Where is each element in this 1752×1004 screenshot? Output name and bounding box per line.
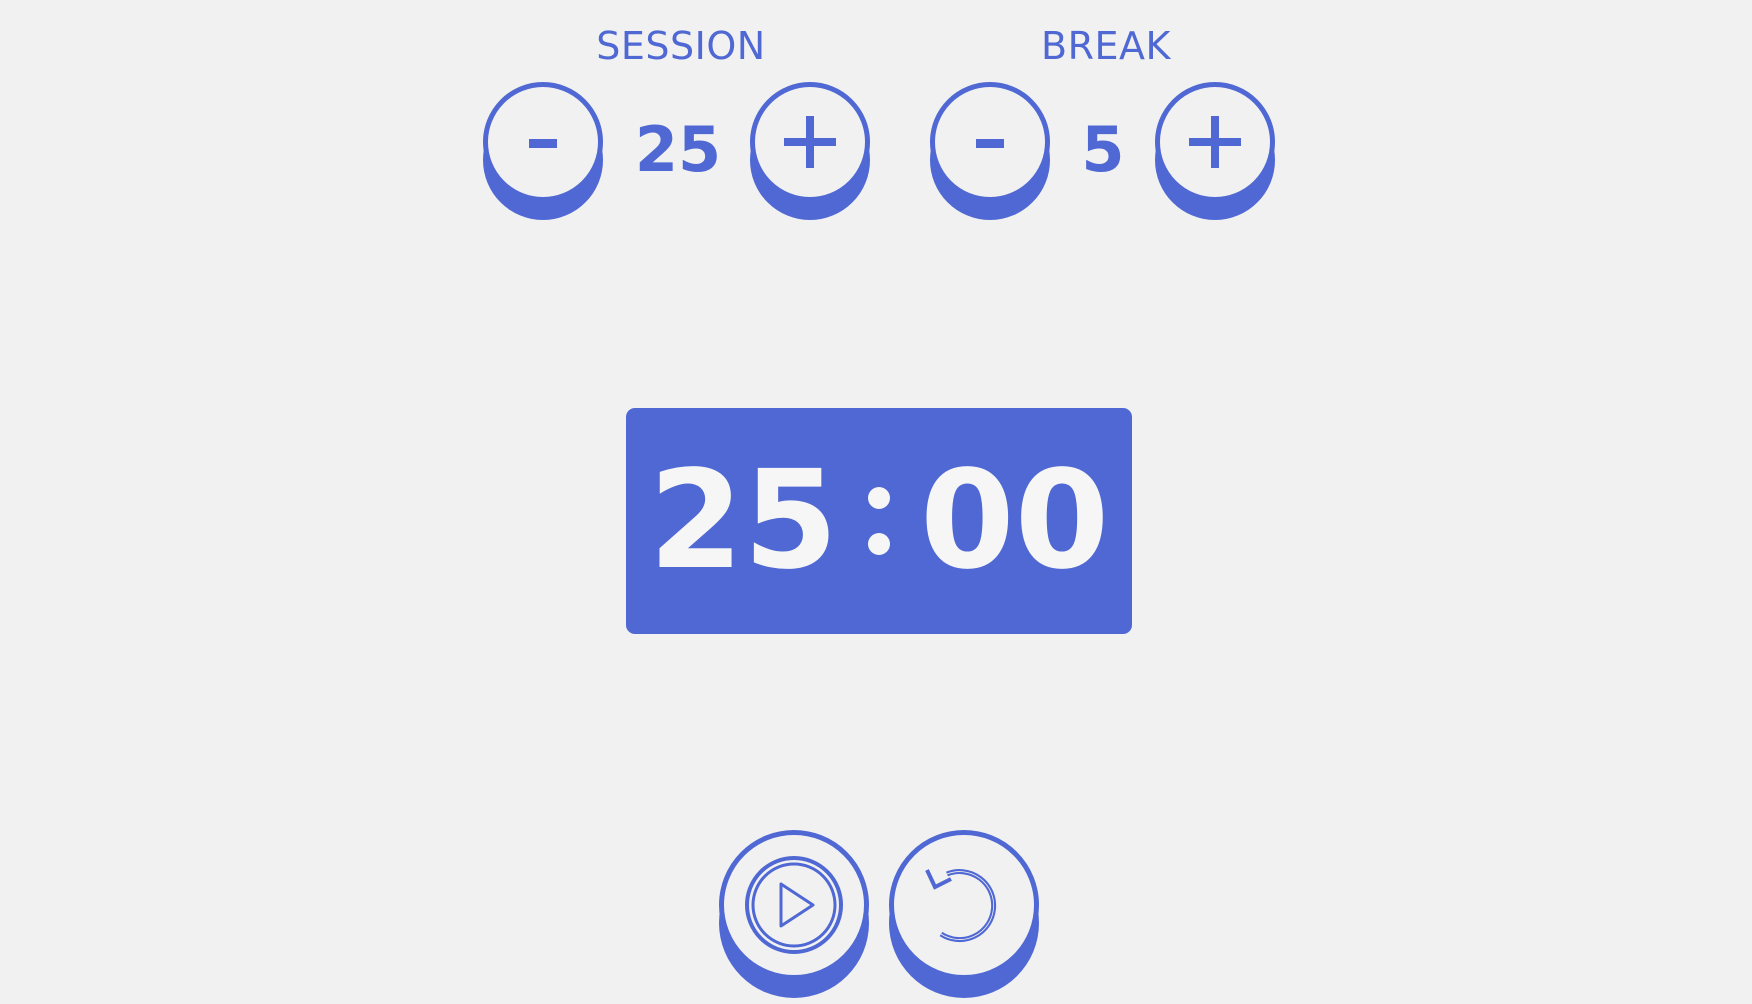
break-label: BREAK: [1041, 24, 1171, 68]
reset-icon: [894, 835, 1034, 975]
pomodoro-app: SESSION 25 BREAK 5 25 00: [0, 0, 1752, 1004]
minus-icon: [935, 87, 1045, 197]
session-increment-button[interactable]: [750, 82, 870, 202]
plus-icon: [755, 87, 865, 197]
session-label: SESSION: [596, 24, 766, 68]
reset-button[interactable]: [889, 830, 1039, 980]
session-decrement-button[interactable]: [483, 82, 603, 202]
session-length-value: 25: [634, 113, 722, 186]
start-stop-button[interactable]: [719, 830, 869, 980]
play-circle-icon: [724, 835, 864, 975]
break-decrement-button[interactable]: [930, 82, 1050, 202]
timer-colon: [868, 487, 890, 555]
plus-icon: [1160, 87, 1270, 197]
break-increment-button[interactable]: [1155, 82, 1275, 202]
timer-seconds: 00: [920, 442, 1110, 600]
break-length-value: 5: [1081, 113, 1125, 186]
timer-minutes: 25: [648, 442, 838, 600]
minus-icon: [488, 87, 598, 197]
timer-display: 25 00: [626, 408, 1132, 634]
